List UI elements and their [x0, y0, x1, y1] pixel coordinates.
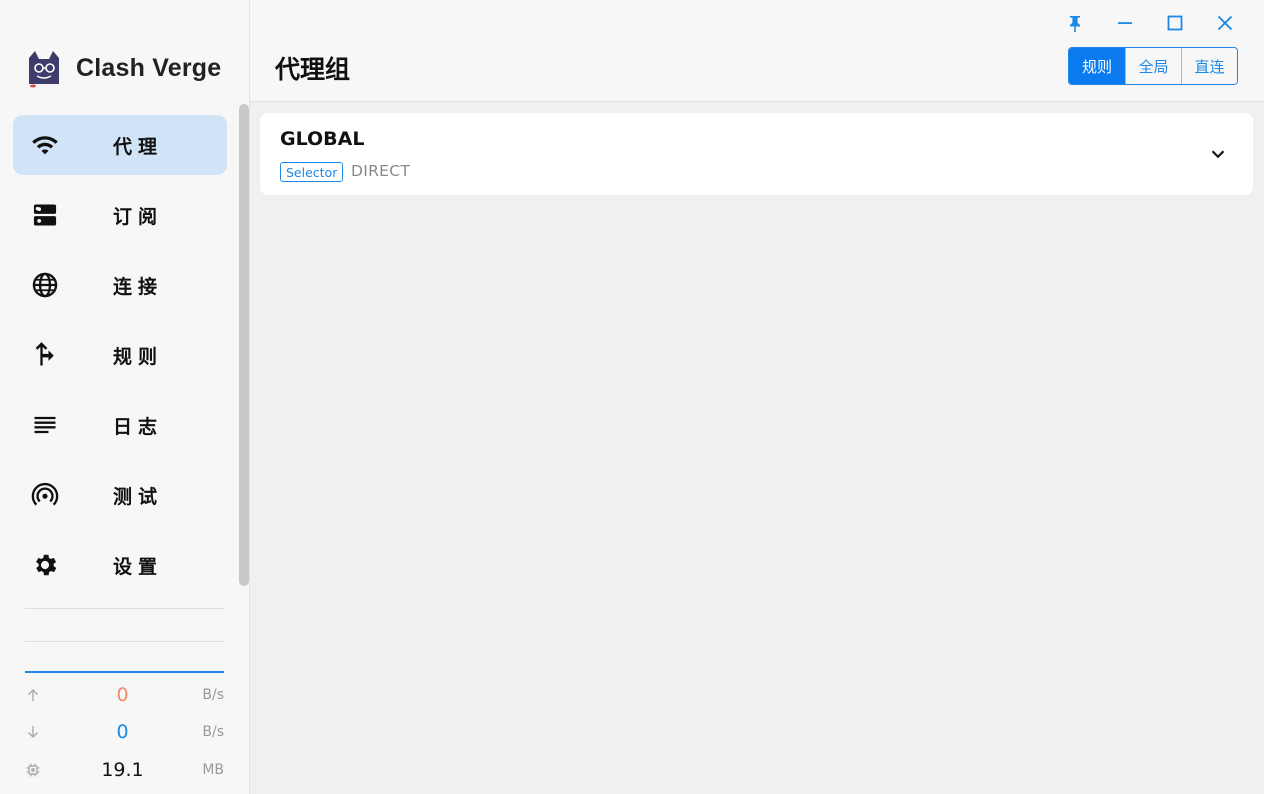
- sidebar-item-label: 连接: [113, 275, 164, 298]
- group-name: GLOBAL: [280, 128, 365, 150]
- download-unit: B/s: [202, 724, 224, 740]
- globe-icon: [29, 269, 61, 301]
- traffic-graph-baseline: [25, 671, 224, 673]
- page-header: 代理组 规则 全局 直连: [250, 0, 1264, 102]
- sidebar-item-rules[interactable]: 规则: [13, 325, 227, 385]
- cat-logo-icon: [29, 51, 59, 88]
- proxy-group-card[interactable]: GLOBAL Selector DIRECT: [260, 113, 1253, 195]
- sidebar-item-subscription[interactable]: 订阅: [13, 185, 227, 245]
- window-controls: [1050, 10, 1250, 36]
- maximize-icon: [1167, 15, 1183, 31]
- sidebar-item-logs[interactable]: 日志: [13, 395, 227, 455]
- upload-unit: B/s: [202, 687, 224, 703]
- upload-value: 0: [116, 684, 129, 706]
- sidebar-item-connections[interactable]: 连接: [13, 255, 227, 315]
- download-value: 0: [116, 721, 129, 743]
- sidebar-item-label: 日志: [113, 415, 164, 438]
- route-arrow-icon: [29, 339, 61, 371]
- broadcast-icon: [29, 479, 61, 511]
- proxy-mode-toggle: 规则 全局 直连: [1068, 47, 1238, 85]
- minimize-button[interactable]: [1100, 10, 1150, 36]
- sidebar-item-label: 设置: [113, 555, 164, 578]
- memory-usage: 19.1 MB: [25, 758, 224, 782]
- group-type-badge: Selector: [280, 162, 344, 182]
- group-current-proxy: DIRECT: [351, 162, 411, 180]
- memory-unit: MB: [202, 762, 224, 778]
- page-title: 代理组: [275, 55, 351, 84]
- sidebar-item-settings[interactable]: 设置: [13, 535, 227, 595]
- chip-icon: [25, 762, 45, 778]
- close-button[interactable]: [1200, 10, 1250, 36]
- sidebar-item-label: 规则: [113, 345, 164, 368]
- list-lines-icon: [29, 409, 61, 441]
- sidebar-scrollbar[interactable]: [239, 104, 249, 586]
- sidebar-item-proxy[interactable]: 代理: [13, 115, 227, 175]
- arrow-down-icon: [25, 724, 45, 740]
- upload-speed: 0 B/s: [25, 683, 224, 707]
- app-name: Clash Verge: [76, 53, 222, 82]
- maximize-button[interactable]: [1150, 10, 1200, 36]
- download-speed: 0 B/s: [25, 720, 224, 744]
- mode-rule-button[interactable]: 规则: [1069, 48, 1125, 84]
- sidebar-nav: 代理 订阅 连接 规则 日志 测试 设置: [13, 115, 227, 605]
- memory-value: 19.1: [101, 759, 144, 781]
- gear-icon: [29, 549, 61, 581]
- sidebar-item-label: 测试: [113, 485, 164, 508]
- divider: [25, 608, 224, 609]
- sidebar: Clash Verge 代理 订阅 连接 规则 日志 测试 设置 0 B/s 0…: [0, 0, 250, 794]
- sidebar-item-test[interactable]: 测试: [13, 465, 227, 525]
- app-logo: Clash Verge: [24, 48, 221, 88]
- mode-direct-button[interactable]: 直连: [1181, 48, 1237, 84]
- mode-global-button[interactable]: 全局: [1125, 48, 1181, 84]
- wifi-icon: [29, 129, 61, 161]
- sidebar-item-label: 订阅: [113, 205, 164, 228]
- arrow-up-icon: [25, 687, 45, 703]
- sidebar-item-label: 代理: [113, 135, 164, 158]
- server-icon: [29, 199, 61, 231]
- minimize-icon: [1118, 22, 1132, 24]
- divider: [25, 641, 224, 642]
- app-window: Clash Verge 代理 订阅 连接 规则 日志 测试 设置 0 B/s 0…: [0, 0, 1264, 794]
- main-content: 代理组 规则 全局 直连 GLOBAL Selector DIRECT: [250, 0, 1264, 794]
- pin-button[interactable]: [1050, 10, 1100, 36]
- chevron-down-icon[interactable]: [1207, 143, 1229, 165]
- pin-icon: [1070, 16, 1080, 32]
- close-icon: [1217, 15, 1233, 31]
